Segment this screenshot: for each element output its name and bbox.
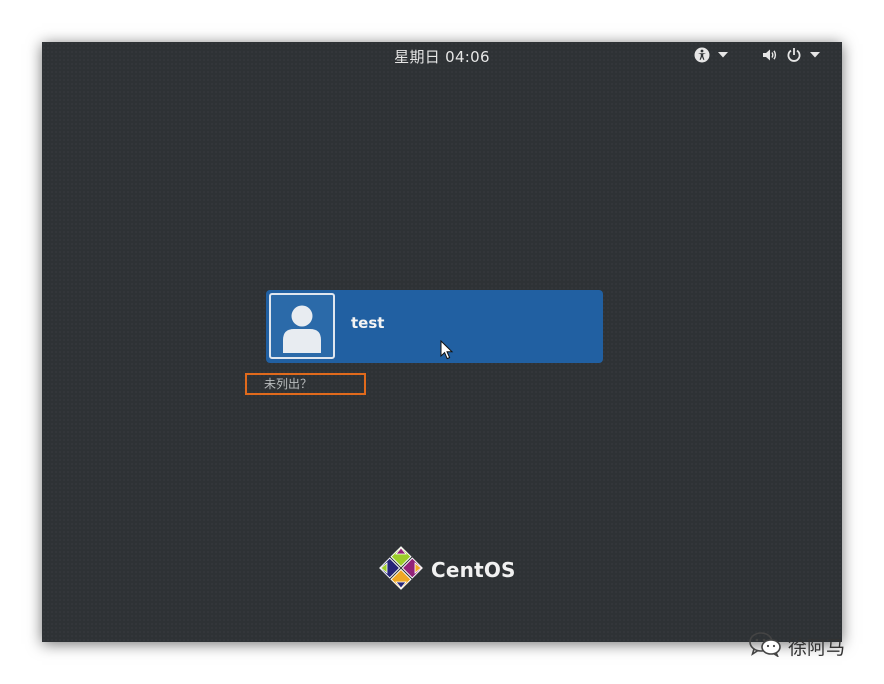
not-listed-button[interactable]: 未列出？ [245, 373, 366, 395]
watermark: 徐阿马 [748, 631, 845, 662]
top-bar: 星期日 04:06 [42, 42, 842, 68]
chevron-down-icon [718, 52, 728, 58]
centos-logo-icon [379, 546, 423, 594]
user-list-item[interactable]: test [266, 290, 603, 363]
login-screen: 星期日 04:06 test 未列出？ CentOS [42, 42, 842, 642]
chevron-down-icon [810, 52, 820, 58]
user-name: test [351, 314, 385, 332]
mouse-cursor-icon [440, 339, 454, 364]
volume-icon [762, 47, 778, 63]
power-icon [786, 47, 802, 63]
watermark-text: 徐阿马 [788, 637, 846, 659]
user-avatar-icon [269, 293, 335, 359]
wechat-icon [748, 631, 782, 662]
system-menu[interactable] [762, 47, 820, 63]
brand: CentOS [379, 546, 516, 594]
accessibility-icon [694, 47, 710, 63]
brand-name: CentOS [431, 558, 516, 582]
accessibility-menu[interactable] [694, 47, 728, 63]
